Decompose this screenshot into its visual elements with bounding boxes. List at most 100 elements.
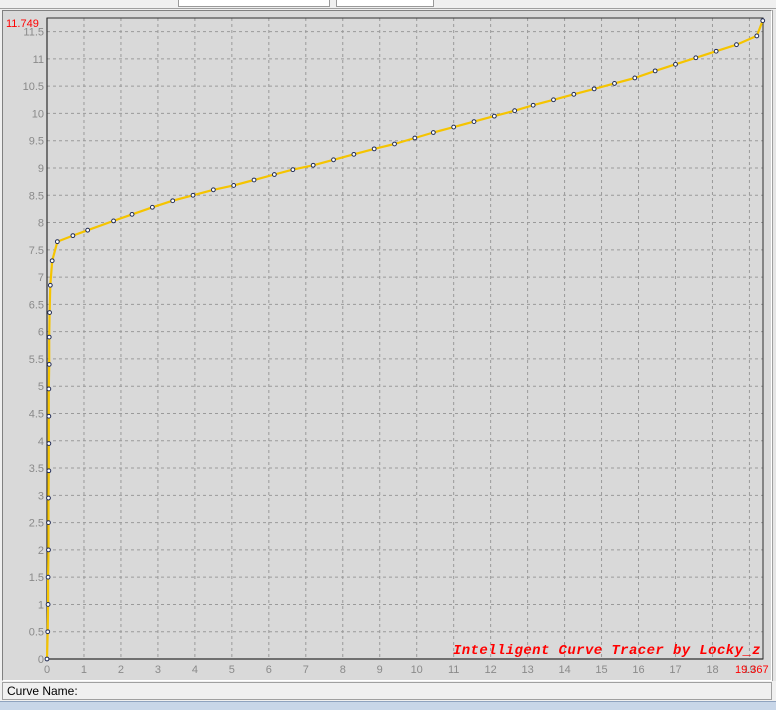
curve-point-marker[interactable] [54,239,60,245]
x-tick-label: 12 [485,664,497,676]
curve-point-marker[interactable] [170,198,176,204]
x-tick-label: 4 [192,664,198,676]
curve-point-marker[interactable] [46,547,51,553]
curve-point-marker[interactable] [412,135,418,141]
top-input-field-left[interactable] [178,0,330,7]
top-toolbar-edge [0,0,776,9]
curve-point-marker[interactable] [44,656,50,662]
x-tick-label: 11 [448,664,459,676]
curve-point-marker[interactable] [46,334,52,340]
curve-point-marker[interactable] [754,33,760,39]
curve-point-marker[interactable] [331,157,336,163]
curve-point-marker[interactable] [591,86,597,92]
curve-point-marker[interactable] [290,167,296,173]
curve-point-marker[interactable] [530,102,536,108]
y-tick-label: 9 [38,163,44,175]
curve-point-marker[interactable] [70,233,76,239]
curve-point-marker[interactable] [571,91,577,97]
curve-point-marker[interactable] [430,130,436,135]
x-tick-label: 13 [521,664,533,676]
y-max-label: 11.749 [6,18,39,30]
y-tick-label: 3.5 [29,463,44,475]
y-tick-label: 9.5 [29,136,44,148]
y-tick-label: 3 [38,490,44,502]
curve-point-marker[interactable] [760,18,766,24]
curve-point-marker[interactable] [392,141,397,147]
x-tick-label: 0 [44,664,50,676]
curve-point-marker[interactable] [149,204,155,210]
y-tick-label: 4.5 [29,408,44,420]
curve-point-marker[interactable] [47,282,53,288]
curve-point-marker[interactable] [351,151,357,157]
vertical-scrollbar[interactable] [772,10,776,681]
watermark-text: Intelligent Curve Tracer by Locky_z [453,643,761,659]
y-tick-label: 0.5 [29,627,44,639]
curve-point-marker[interactable] [47,310,52,315]
curve-point-marker[interactable] [491,113,497,119]
curve-point-marker[interactable] [46,520,51,526]
x-tick-label: 1 [81,664,87,676]
curve-point-marker[interactable] [190,192,196,198]
curve-point-marker[interactable] [652,68,658,74]
curve-point-marker[interactable] [46,361,52,367]
curve-point-marker[interactable] [451,124,457,130]
y-tick-label: 8.5 [29,190,44,202]
top-input-field-middle[interactable] [336,0,434,7]
y-tick-label: 8 [38,218,44,230]
curve-point-marker[interactable] [46,441,52,446]
status-bar: Curve Name: [2,682,772,700]
curve-point-marker[interactable] [471,119,477,125]
curve-plot[interactable]: 0 0.5 1 1.5 2 2.5 3 3.5 4 4.5 5 5.5 6 6.5 7 7.5 8 8.5 9 9.5… [3,11,771,680]
x-tick-label: 5 [229,664,235,676]
curve-point-marker[interactable] [45,574,51,580]
curve-point-marker[interactable] [251,177,257,183]
curve-point-marker[interactable] [46,386,52,392]
curve-point-marker[interactable] [713,48,719,54]
plot-background [3,11,771,680]
curve-point-marker[interactable] [612,81,617,86]
y-tick-label: 10.5 [23,81,44,93]
curve-point-marker[interactable] [45,602,51,607]
curve-point-marker[interactable] [512,108,518,114]
y-tick-label: 1 [38,599,44,611]
curve-point-marker[interactable] [310,162,316,168]
curve-point-marker[interactable] [632,75,638,81]
y-tick-label: 11 [33,54,44,66]
plot-area[interactable]: 0 0.5 1 1.5 2 2.5 3 3.5 4 4.5 5 5.5 6 6.5 7 7.5 8 8.5 9 9.5… [2,10,772,681]
curve-point-marker[interactable] [46,468,52,474]
curve-point-marker[interactable] [231,183,237,188]
curve-point-marker[interactable] [551,97,556,103]
y-tick-label: 5 [38,381,44,393]
curve-point-marker[interactable] [111,218,116,224]
curve-point-marker[interactable] [46,413,52,419]
y-tick-label: 4 [38,436,44,448]
x-tick-label: 15 [595,664,607,676]
x-tick-label: 10 [411,664,423,676]
x-tick-label: 18 [706,664,718,676]
curve-point-marker[interactable] [734,42,739,48]
x-tick-label: 2 [118,664,124,676]
x-tick-label: 6 [266,664,272,676]
x-max-label: 19.367 [735,664,769,676]
curve-point-marker[interactable] [49,258,55,264]
y-tick-label: 6 [38,327,44,339]
curve-point-marker[interactable] [85,227,91,233]
x-tick-label: 9 [377,664,383,676]
curve-name-label: Curve Name: [7,684,78,698]
curve-point-marker[interactable] [371,146,377,152]
x-tick-label: 14 [558,664,570,676]
curve-point-marker[interactable] [210,187,216,193]
x-tick-label: 17 [669,664,681,676]
curve-point-marker[interactable] [271,172,277,177]
y-tick-label: 1.5 [29,572,44,584]
y-tick-label: 7 [38,272,44,284]
curve-point-marker[interactable] [693,55,699,61]
curve-point-marker[interactable] [673,61,678,67]
x-tick-label: 16 [632,664,644,676]
curve-point-marker[interactable] [129,211,135,217]
curve-point-marker[interactable] [46,495,51,501]
y-tick-label: 2.5 [29,518,44,530]
curve-point-marker[interactable] [45,629,51,635]
x-tick-label: 3 [155,664,161,676]
y-tick-label: 6.5 [29,299,44,311]
